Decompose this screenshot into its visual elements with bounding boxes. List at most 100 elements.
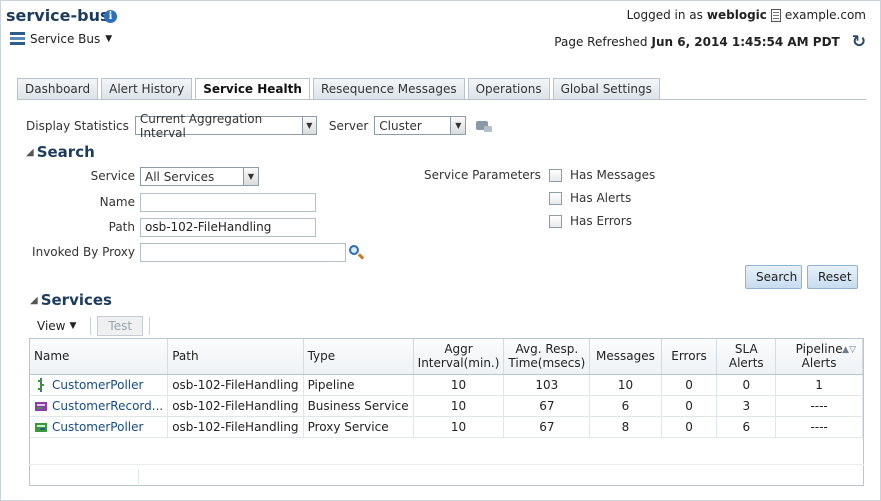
path-label: Path [108,220,135,234]
search-button[interactable]: Search [745,265,802,289]
column-messages[interactable]: Messages [589,339,662,375]
column-sla-alerts[interactable]: SLA Alerts [716,339,777,375]
type-cell: Pipeline [303,374,414,396]
messages-cell: 10 [589,374,662,396]
errors-cell: 0 [661,416,718,438]
errors-cell: 0 [661,395,718,417]
messages-cell: 6 [589,395,662,417]
page-refreshed-value: Jun 6, 2014 1:45:54 AM PDT [651,35,840,49]
service-name-link[interactable]: CustomerPoller [52,378,143,392]
document-icon [770,8,781,22]
has-alerts-label: Has Alerts [570,191,632,205]
service-name-cell[interactable]: CustomerPoller [30,416,169,438]
tab-service-health[interactable]: Service Health [195,78,310,100]
table-row[interactable]: CustomerPoller osb-102-FileHandling Pipe… [30,374,863,396]
has-messages-option[interactable]: Has Messages [549,168,655,182]
name-input[interactable] [140,193,316,212]
has-alerts-option[interactable]: Has Alerts [549,191,631,205]
has-messages-checkbox[interactable] [549,168,562,182]
statistics-row: Display Statistics Current Aggregation I… [26,112,493,140]
business-service-icon [34,399,48,413]
view-menu[interactable]: View ▼ [29,319,84,333]
tab-operations[interactable]: Operations [467,78,550,99]
logged-in-info: Logged in as weblogic example.com [627,8,866,22]
avg-cell: 67 [503,395,591,417]
chevron-down-icon: ▼ [105,34,113,44]
display-statistics-select[interactable]: Current Aggregation Interval ▼ [134,112,317,140]
table-row[interactable]: CustomerPoller osb-102-FileHandling Prox… [30,416,863,438]
service-select[interactable]: All Services ▼ [140,167,259,186]
page-refreshed-label: Page Refreshed [554,35,648,49]
domain-name: example.com [784,8,866,22]
column-path[interactable]: Path [167,339,304,375]
chevron-down-icon: ▼ [301,117,316,134]
avg-cell: 103 [503,374,591,396]
refresh-icon[interactable]: ↻ [852,32,866,52]
has-alerts-checkbox[interactable] [549,191,562,205]
service-label: Service [90,169,135,183]
path-input[interactable]: osb-102-FileHandling [140,218,316,237]
search-title-label: Search [36,143,95,161]
service-parameters-label: Service Parameters [424,168,541,182]
info-icon[interactable]: i [104,10,117,23]
table-header-row: Name Path Type Aggr Interval(min.) Avg. … [30,339,863,375]
pipeline-alerts-cell: ---- [775,416,863,438]
services-title-label: Services [40,291,112,309]
service-name-cell[interactable]: CustomerRecord... [30,395,169,417]
aggr-cell: 10 [413,395,505,417]
column-type[interactable]: Type [303,339,414,375]
chevron-down-icon: ▼ [69,321,77,331]
tab-alert-history[interactable]: Alert History [101,78,193,99]
service-name-cell[interactable]: CustomerPoller [30,374,169,396]
errors-cell: 0 [661,374,718,396]
table-empty-area [29,464,864,487]
column-avg-resp-time[interactable]: Avg. Resp. Time(msecs) [503,339,591,375]
column-errors[interactable]: Errors [661,339,718,375]
server-value: Cluster [379,118,422,133]
service-name-link[interactable]: CustomerPoller [52,420,143,434]
server-select[interactable]: Cluster ▼ [374,116,467,135]
service-name-link[interactable]: CustomerRecord... [52,399,163,413]
avg-cell: 67 [503,416,591,438]
toolbar-separator [90,317,92,335]
column-aggr-interval[interactable]: Aggr Interval(min.) [413,339,505,375]
pipeline-icon [34,377,48,392]
aggr-cell: 10 [413,374,505,396]
aggr-cell: 10 [413,416,505,438]
services-section-title[interactable]: ◢ Services [30,291,112,309]
type-cell: Business Service [303,395,414,417]
path-cell: osb-102-FileHandling [167,395,304,417]
has-messages-label: Has Messages [570,168,656,182]
tab-global-settings[interactable]: Global Settings [552,78,660,99]
proxy-service-icon [34,420,48,434]
tab-bar: Dashboard Alert History Service Health R… [17,78,660,100]
logged-in-prefix: Logged in as [626,8,703,22]
reset-button[interactable]: Reset [807,265,858,289]
service-bus-menu[interactable]: Service Bus ▼ [10,32,112,46]
statistics-icon[interactable] [476,118,493,133]
sort-icon[interactable]: ▲▽ [842,343,856,357]
has-errors-option[interactable]: Has Errors [549,214,632,228]
view-menu-label: View [37,319,66,333]
invoked-by-proxy-input[interactable] [140,243,346,262]
page-refreshed: Page Refreshed Jun 6, 2014 1:45:54 AM PD… [554,32,866,52]
search-icon[interactable] [349,245,365,261]
search-section-title[interactable]: ◢ Search [26,143,95,161]
collapse-icon: ◢ [30,294,38,306]
chevron-down-icon: ▼ [450,117,466,134]
has-errors-label: Has Errors [570,214,632,228]
has-errors-checkbox[interactable] [549,214,562,228]
services-toolbar: View ▼ Test [29,315,156,337]
tab-dashboard[interactable]: Dashboard [17,78,99,99]
sla-cell: 6 [716,416,777,438]
table-row[interactable]: CustomerRecord... osb-102-FileHandling B… [30,395,863,417]
pipeline-alerts-cell: 1 [775,374,863,396]
pipeline-alerts-cell: ---- [775,395,863,417]
column-pipeline-alerts[interactable]: Pipeline Alerts ▲▽ [775,339,863,375]
path-cell: osb-102-FileHandling [167,374,304,396]
column-name[interactable]: Name [30,339,169,375]
service-bus-icon [10,32,25,46]
type-cell: Proxy Service [303,416,414,438]
test-button[interactable]: Test [97,316,144,336]
tab-resequence-messages[interactable]: Resequence Messages [312,78,465,99]
